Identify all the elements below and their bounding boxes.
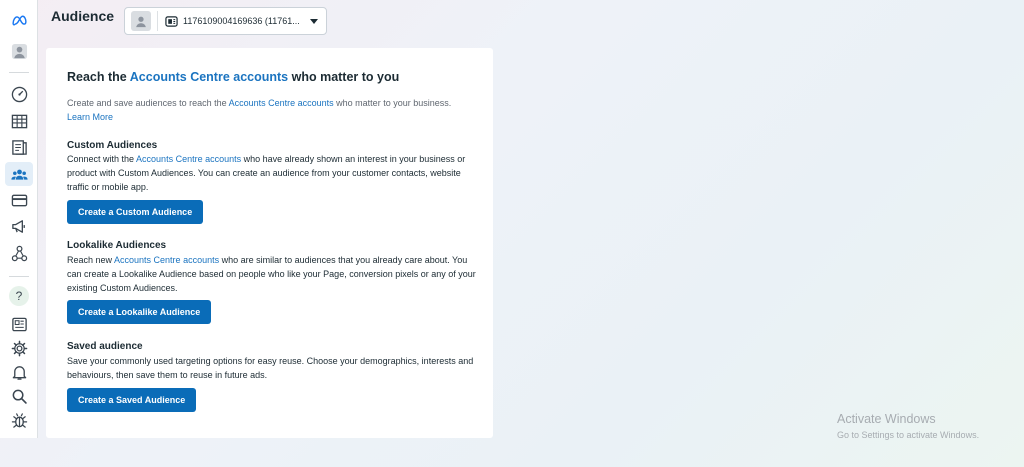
lookalike-desc-pre: Reach new — [67, 255, 115, 265]
billing-card-icon[interactable] — [5, 188, 33, 212]
intro-accounts-centre-link[interactable]: Accounts Centre accounts — [229, 98, 334, 108]
custom-audiences-description: Connect with the Accounts Centre account… — [67, 152, 479, 194]
custom-desc-pre: Connect with the — [67, 154, 137, 164]
intro-post: who matter to your business. — [333, 98, 452, 108]
custom-accounts-centre-link[interactable]: Accounts Centre accounts — [136, 154, 241, 164]
selector-divider — [157, 11, 158, 31]
search-icon[interactable] — [5, 384, 33, 408]
create-custom-audience-button[interactable]: Create a Custom Audience — [67, 200, 204, 224]
dashboard-icon[interactable] — [5, 82, 33, 106]
intro-text: Create and save audiences to reach the A… — [67, 96, 477, 124]
meta-logo-icon[interactable] — [5, 8, 33, 32]
svg-text:?: ? — [16, 289, 23, 303]
lookalike-audiences-title: Lookalike Audiences — [67, 240, 167, 251]
lookalike-accounts-centre-link[interactable]: Accounts Centre accounts — [114, 255, 219, 265]
lookalike-audiences-description: Reach new Accounts Centre accounts who a… — [67, 253, 479, 295]
notifications-bell-icon[interactable] — [5, 360, 33, 384]
page-title: Audience — [51, 8, 115, 24]
news-icon[interactable] — [5, 312, 33, 336]
custom-audiences-title: Custom Audiences — [67, 140, 158, 151]
card-heading-post: who matter to you — [288, 70, 400, 84]
bug-report-icon[interactable] — [5, 408, 33, 432]
left-nav-sidebar: ? — [0, 0, 38, 438]
audience-icon[interactable] — [5, 162, 33, 186]
activate-windows-subtitle: Go to Settings to activate Windows. — [837, 430, 980, 440]
saved-audience-description: Save your commonly used targeting option… — [67, 356, 474, 380]
create-saved-audience-button[interactable]: Create a Saved Audience — [67, 388, 197, 412]
activate-windows-title: Activate Windows — [837, 412, 936, 426]
ad-account-selector[interactable]: 1176109004169636 (11761... — [124, 7, 327, 35]
card-heading: Reach the Accounts Centre accounts who m… — [67, 70, 399, 84]
ad-account-id: 1176109004169636 (11761... — [183, 16, 300, 26]
accounts-centre-link[interactable]: Accounts Centre accounts — [130, 70, 288, 84]
saved-audience-title: Saved audience — [67, 341, 143, 352]
sidebar-divider — [9, 276, 29, 277]
help-icon[interactable]: ? — [5, 284, 33, 308]
audience-card: Reach the Accounts Centre accounts who m… — [46, 48, 493, 438]
learn-more-link[interactable]: Learn More — [67, 110, 477, 124]
table-icon[interactable] — [5, 109, 33, 133]
sidebar-divider — [9, 72, 29, 73]
chevron-down-icon — [310, 18, 318, 24]
account-avatar-icon — [131, 11, 151, 31]
intro-pre: Create and save audiences to reach the — [67, 98, 229, 108]
profile-avatar-icon[interactable] — [5, 39, 33, 63]
card-heading-pre: Reach the — [67, 70, 130, 84]
megaphone-icon[interactable] — [5, 214, 33, 238]
settings-gear-icon[interactable] — [5, 336, 33, 360]
connections-icon[interactable] — [5, 241, 33, 265]
create-lookalike-audience-button[interactable]: Create a Lookalike Audience — [67, 300, 212, 324]
ad-account-icon — [164, 14, 178, 28]
pages-icon[interactable] — [5, 135, 33, 159]
